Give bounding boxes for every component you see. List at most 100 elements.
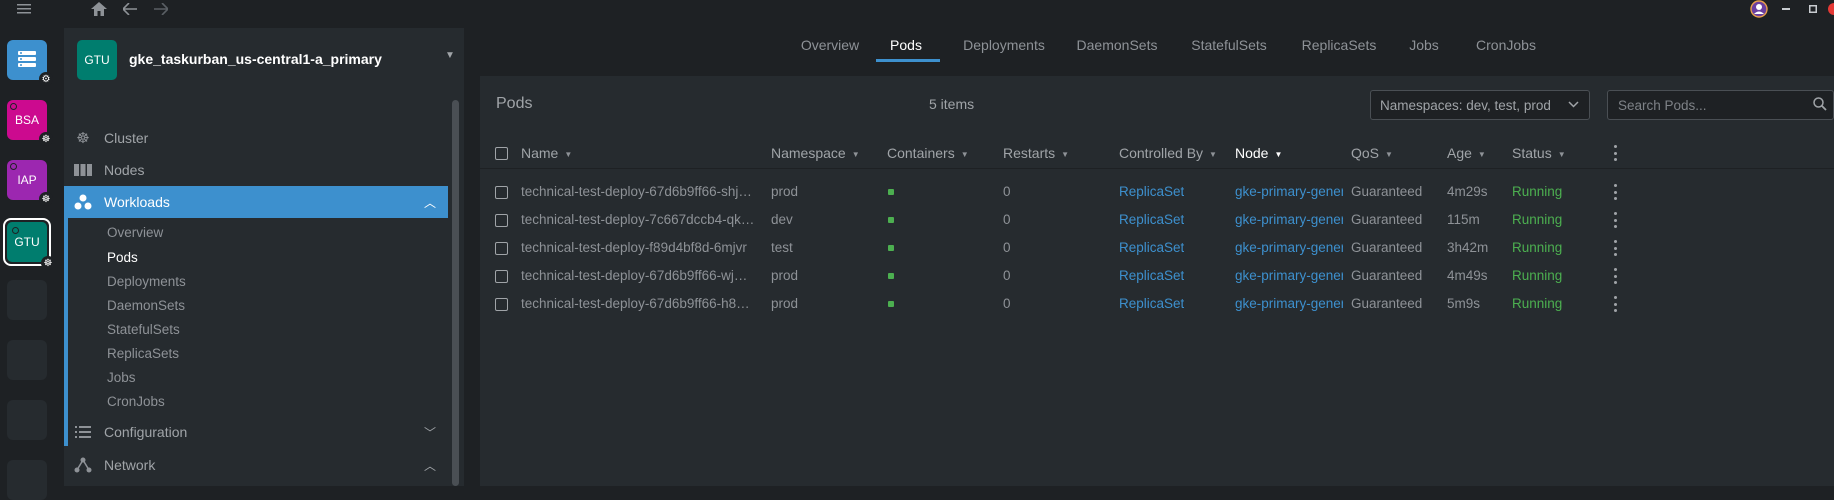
controlled-by-link[interactable]: ReplicaSet [1119, 268, 1184, 283]
cluster-name: gke_taskurban_us-central1-a_primary [129, 51, 382, 67]
row-checkbox[interactable] [495, 186, 508, 199]
column-header-controlled-by[interactable]: Controlled By ▼ [1119, 145, 1217, 161]
sidebar-sub-statefulsets[interactable]: StatefulSets [107, 322, 180, 337]
hotbar: ⚙ BSA ☸ IAP ☸ GTU ☸ [0, 28, 64, 500]
row-checkbox[interactable] [495, 214, 508, 227]
controlled-by-link[interactable]: ReplicaSet [1119, 212, 1184, 227]
table-row[interactable]: technical-test-deploy-67d6b9ff66-wj… pro… [480, 262, 1834, 290]
submenu-indicator [64, 190, 68, 446]
hotbar-empty-slot[interactable] [7, 460, 47, 500]
pod-age: 115m [1447, 212, 1480, 227]
sidebar-item-cluster[interactable]: ☸ Cluster [64, 122, 448, 154]
column-header-status[interactable]: Status ▼ [1512, 145, 1566, 161]
row-menu-icon[interactable] [1613, 240, 1617, 256]
table-row[interactable]: technical-test-deploy-f89d4bf8d-6mjvr te… [480, 234, 1834, 262]
minimize-icon[interactable] [1778, 0, 1794, 18]
status-dot-icon [10, 103, 17, 110]
pod-name: technical-test-deploy-67d6b9ff66-wj… [521, 268, 748, 283]
tab-replicasets[interactable]: ReplicaSets [1284, 28, 1394, 62]
row-menu-icon[interactable] [1613, 296, 1617, 312]
node-link[interactable]: gke-primary-genera [1235, 240, 1343, 255]
item-count: 5 items [929, 96, 975, 112]
row-checkbox[interactable] [495, 270, 508, 283]
hotbar-empty-slot[interactable] [7, 400, 47, 440]
hotbar-catalog[interactable]: ⚙ [7, 40, 53, 86]
column-header-containers[interactable]: Containers ▼ [887, 145, 969, 161]
sidebar-item-network[interactable]: Network ︿ [64, 449, 448, 481]
sidebar-sub-jobs[interactable]: Jobs [107, 370, 136, 385]
cluster-header[interactable]: GTU gke_taskurban_us-central1-a_primary … [64, 28, 464, 90]
arrow-right-icon[interactable] [151, 0, 171, 18]
search-input[interactable] [1618, 97, 1798, 113]
tab-daemonsets[interactable]: DaemonSets [1064, 28, 1170, 62]
hotbar-label: IAP [17, 173, 37, 187]
chevron-down-icon[interactable]: ﹀ [424, 424, 436, 441]
pod-status: Running [1512, 184, 1563, 199]
sort-icon: ▼ [1209, 149, 1217, 159]
column-header-age[interactable]: Age ▼ [1447, 145, 1486, 161]
chevron-up-icon[interactable]: ︿ [424, 457, 436, 474]
select-all-checkbox[interactable] [495, 147, 508, 160]
sidebar-item-workloads[interactable]: Workloads ︿ [64, 186, 448, 218]
column-label: Containers [887, 145, 955, 161]
row-menu-icon[interactable] [1613, 184, 1617, 200]
row-checkbox[interactable] [495, 242, 508, 255]
sidebar-item-nodes[interactable]: Nodes [64, 154, 448, 186]
sidebar-sub-pods[interactable]: Pods [107, 250, 138, 265]
column-header-name[interactable]: Name ▼ [521, 145, 572, 161]
node-link[interactable]: gke-primary-genera [1235, 212, 1343, 227]
tab-overview[interactable]: Overview [794, 28, 866, 62]
sidebar-sub-deployments[interactable]: Deployments [107, 274, 186, 289]
sidebar-sub-daemonsets[interactable]: DaemonSets [107, 298, 185, 313]
table-row[interactable]: technical-test-deploy-67d6b9ff66-h8… pro… [480, 290, 1834, 318]
columns-menu-icon[interactable] [1613, 145, 1617, 161]
sidebar-sub-cronjobs[interactable]: CronJobs [107, 394, 165, 409]
hotbar-empty-slot[interactable] [7, 340, 47, 380]
controlled-by-link[interactable]: ReplicaSet [1119, 184, 1184, 199]
node-link[interactable]: gke-primary-genera [1235, 184, 1343, 199]
catalog-icon [18, 50, 36, 70]
gear-icon: ⚙ [39, 72, 53, 86]
row-checkbox[interactable] [495, 298, 508, 311]
namespace-select[interactable]: Namespaces: dev, test, prod [1370, 90, 1590, 120]
controlled-by-link[interactable]: ReplicaSet [1119, 296, 1184, 311]
maximize-icon[interactable] [1805, 0, 1821, 18]
tab-deployments[interactable]: Deployments [948, 28, 1060, 62]
table-row[interactable]: technical-test-deploy-67d6b9ff66-shj… pr… [480, 178, 1834, 206]
hamburger-icon[interactable] [14, 0, 34, 18]
container-status-indicator [888, 189, 894, 195]
sidebar-item-configuration[interactable]: Configuration ﹀ [64, 416, 448, 448]
hotbar-cluster-gtu[interactable]: GTU ☸ [3, 218, 55, 270]
table-row[interactable]: technical-test-deploy-7c667dccb4-qk… dev… [480, 206, 1834, 234]
close-icon[interactable] [1827, 0, 1834, 18]
tab-jobs[interactable]: Jobs [1392, 28, 1456, 62]
column-header-namespace[interactable]: Namespace ▼ [771, 145, 860, 161]
column-header-restarts[interactable]: Restarts ▼ [1003, 145, 1069, 161]
sidebar-item-label: Workloads [104, 194, 170, 210]
tab-statefulsets[interactable]: StatefulSets [1174, 28, 1284, 62]
user-avatar-icon[interactable] [1748, 0, 1770, 18]
column-header-qos[interactable]: QoS ▼ [1351, 145, 1393, 161]
sidebar-sub-replicasets[interactable]: ReplicaSets [107, 346, 179, 361]
sidebar-scrollbar[interactable] [452, 100, 459, 486]
node-link[interactable]: gke-primary-genera [1235, 296, 1343, 311]
tab-pods[interactable]: Pods [876, 28, 936, 62]
search-icon[interactable] [1813, 97, 1827, 114]
hotbar-empty-slot[interactable] [7, 280, 47, 320]
node-link[interactable]: gke-primary-genera [1235, 268, 1343, 283]
sidebar-sub-overview[interactable]: Overview [107, 225, 163, 240]
row-menu-icon[interactable] [1613, 212, 1617, 228]
tab-cronjobs[interactable]: CronJobs [1454, 28, 1558, 62]
column-header-node[interactable]: Node ▼ [1235, 145, 1282, 161]
hotbar-cluster-iap[interactable]: IAP ☸ [7, 160, 53, 206]
arrow-left-icon[interactable] [120, 0, 140, 18]
chevron-up-icon[interactable]: ︿ [424, 194, 436, 211]
home-icon[interactable] [89, 0, 109, 18]
caret-down-icon[interactable]: ▼ [445, 50, 455, 61]
hotbar-cluster-bsa[interactable]: BSA ☸ [7, 100, 53, 146]
row-menu-icon[interactable] [1613, 268, 1617, 284]
pod-name: technical-test-deploy-f89d4bf8d-6mjvr [521, 240, 747, 255]
search-pods-field[interactable] [1607, 90, 1834, 120]
controlled-by-link[interactable]: ReplicaSet [1119, 240, 1184, 255]
pod-qos: Guaranteed [1351, 212, 1423, 227]
